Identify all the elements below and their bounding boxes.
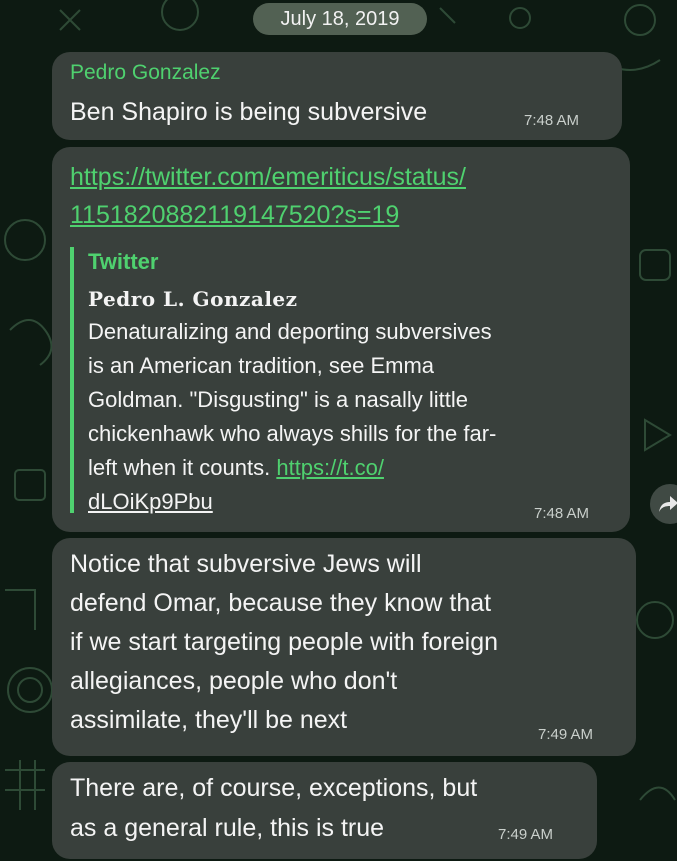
link-preview-text: Denaturalizing and deporting subversives — [88, 319, 492, 344]
sender-name[interactable]: Pedro Gonzalez — [70, 61, 221, 85]
link-preview-text: is an American tradition, see Emma — [88, 353, 435, 378]
message-time: 7:49 AM — [538, 726, 594, 743]
date-separator: July 18, 2019 — [253, 3, 427, 35]
message-bubble[interactable]: Pedro Gonzalez Ben Shapiro is being subv… — [52, 52, 622, 140]
link-preview-text: left when it counts. — [88, 455, 271, 480]
message-text: defend Omar, because they know that — [70, 589, 492, 617]
link-preview-source[interactable]: Twitter — [88, 249, 158, 275]
message-time: 7:48 AM — [534, 505, 590, 522]
message-link[interactable]: https://twitter.com/emeriticus/status/ — [70, 163, 466, 192]
message-text: Notice that subversive Jews will — [70, 550, 422, 578]
link-preview-text: Goldman. "Disgusting" is a nasally littl… — [88, 387, 469, 412]
preview-inline-link-continued[interactable]: dLOiKp9Pbu — [88, 489, 213, 515]
preview-inline-link[interactable]: https://t.co/ — [276, 455, 384, 480]
link-preview-bar — [70, 247, 74, 513]
message-bubble[interactable]: There are, of course, exceptions, but as… — [52, 762, 597, 859]
message-bubble[interactable]: Notice that subversive Jews will defend … — [52, 538, 636, 756]
link-preview-text: chickenhawk who always shills for the fa… — [88, 421, 497, 446]
link-preview-text-row: left when it counts. https://t.co/ — [88, 455, 384, 481]
message-text: Ben Shapiro is being subversive — [70, 98, 428, 126]
message-link[interactable]: 1151820882119147520?s=19 — [70, 201, 399, 230]
message-text: as a general rule, this is true — [70, 814, 385, 842]
message-bubble[interactable]: https://twitter.com/emeriticus/status/ 1… — [52, 147, 630, 532]
message-time: 7:49 AM — [498, 826, 554, 843]
share-icon — [659, 496, 677, 512]
link-preview-author: Pedro L. Gonzalez — [88, 287, 298, 311]
message-text: allegiances, people who don't — [70, 667, 398, 695]
message-text: assimilate, they'll be next — [70, 706, 348, 734]
message-time: 7:48 AM — [524, 112, 580, 129]
message-text: if we start targeting people with foreig… — [70, 628, 499, 656]
message-text: There are, of course, exceptions, but — [70, 774, 478, 802]
